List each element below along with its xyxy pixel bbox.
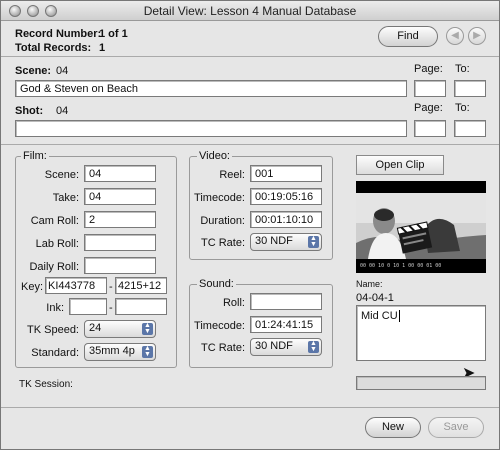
window-title: Detail View: Lesson 4 Manual Database — [143, 4, 357, 18]
sound-tc-rate-select[interactable]: 30 NDF ▲ ▼ — [250, 338, 322, 356]
lab-roll-field[interactable] — [84, 234, 156, 251]
take-label: Take: — [52, 192, 79, 204]
detail-view-window: Detail View: Lesson 4 Manual Database Re… — [0, 0, 500, 450]
video-group-label: Video: — [197, 150, 232, 162]
clip-notes-text: Mid CU — [361, 310, 398, 322]
video-tc-rate-value: 30 NDF — [255, 235, 293, 247]
scene-page-field[interactable] — [414, 80, 446, 97]
lab-roll-label: Lab Roll: — [35, 238, 79, 250]
ink-separator: - — [109, 302, 113, 314]
shot-page-field[interactable] — [414, 120, 446, 137]
clip-name-value: 04-04-1 — [356, 292, 394, 304]
duration-label: Duration: — [200, 215, 245, 227]
standard-label: Standard: — [31, 347, 79, 359]
scene-to-label: To: — [455, 63, 470, 75]
tk-speed-select[interactable]: 24 ▲ ▼ — [84, 320, 156, 338]
standard-select[interactable]: 35mm 4p ▲ ▼ — [84, 343, 156, 361]
key-field-2[interactable]: 4215+12 — [115, 277, 167, 294]
take-field[interactable]: 04 — [84, 188, 156, 205]
film-scene-field[interactable]: 04 — [84, 165, 156, 182]
sound-tc-rate-label: TC Rate: — [200, 342, 245, 354]
scene-number: 04 — [56, 65, 69, 77]
reel-field[interactable]: 001 — [250, 165, 322, 182]
ink-field-1[interactable] — [69, 298, 107, 315]
arrow-left-icon[interactable]: ◀ — [446, 27, 464, 45]
record-number-value: 1 of 1 — [99, 28, 128, 40]
scene-to-field[interactable] — [454, 80, 486, 97]
cam-roll-label: Cam Roll: — [30, 215, 79, 227]
cam-roll-field[interactable]: 2 — [84, 211, 156, 228]
title-bar: Detail View: Lesson 4 Manual Database — [1, 1, 499, 21]
open-clip-button[interactable]: Open Clip — [356, 155, 444, 175]
clip-thumbnail[interactable]: 00 00 10 0 10 1 00 00 01 00 — [356, 181, 486, 273]
key-label: Key: — [21, 281, 44, 293]
svg-text:00 00 10 0 10 1 00 00 01 00: 00 00 10 0 10 1 00 00 01 00 — [360, 263, 441, 269]
film-group-label: Film: — [21, 150, 49, 162]
shot-to-label: To: — [455, 102, 470, 114]
text-cursor — [398, 310, 400, 322]
chevron-updown-icon: ▲ ▼ — [142, 345, 153, 358]
scene-description-field[interactable]: God & Steven on Beach — [15, 80, 407, 97]
record-number-label: Record Number: — [15, 28, 102, 40]
tk-session-field[interactable] — [356, 376, 486, 390]
total-records-value: 1 — [99, 42, 106, 54]
total-records-label: Total Records: — [15, 42, 92, 54]
header-divider — [1, 56, 499, 57]
key-separator: - — [109, 281, 113, 293]
footer-divider — [1, 407, 499, 408]
standard-value: 35mm 4p — [89, 345, 135, 357]
scene-label: Scene: — [15, 65, 52, 77]
tk-session-label: TK Session: — [19, 379, 73, 390]
shot-to-field[interactable] — [454, 120, 486, 137]
video-tc-rate-select[interactable]: 30 NDF ▲ ▼ — [250, 233, 322, 251]
sound-group-label: Sound: — [197, 278, 236, 290]
new-button[interactable]: New — [365, 417, 421, 438]
ink-label: Ink: — [46, 302, 64, 314]
duration-field[interactable]: 00:01:10:10 — [250, 211, 322, 228]
daily-roll-label: Daily Roll: — [29, 261, 79, 273]
ink-field-2[interactable] — [115, 298, 167, 315]
shot-description-field[interactable] — [15, 120, 407, 137]
sound-roll-label: Roll: — [222, 297, 245, 309]
sound-timecode-label: Timecode: — [194, 320, 245, 332]
video-tc-rate-label: TC Rate: — [200, 237, 245, 249]
chevron-updown-icon: ▲ ▼ — [308, 340, 319, 353]
tk-speed-value: 24 — [89, 322, 102, 334]
clip-name-label: Name: — [356, 279, 383, 289]
film-scene-label: Scene: — [44, 169, 79, 181]
shot-label: Shot: — [15, 105, 44, 117]
shot-page-label: Page: — [414, 102, 443, 114]
video-timecode-field[interactable]: 00:19:05:16 — [250, 188, 322, 205]
reel-label: Reel: — [219, 169, 245, 181]
find-button[interactable]: Find — [378, 26, 438, 47]
save-button[interactable]: Save — [428, 417, 484, 438]
sound-roll-field[interactable] — [250, 293, 322, 310]
shot-number: 04 — [56, 105, 69, 117]
scene-page-label: Page: — [414, 63, 443, 75]
video-timecode-label: Timecode: — [194, 192, 245, 204]
sound-tc-rate-value: 30 NDF — [255, 340, 293, 352]
sound-timecode-field[interactable]: 01:24:41:15 — [250, 316, 322, 333]
clip-notes-field[interactable]: Mid CU — [356, 305, 486, 361]
arrow-right-icon[interactable]: ▶ — [468, 27, 486, 45]
chevron-updown-icon: ▲ ▼ — [308, 235, 319, 248]
key-field-1[interactable]: KI443778 — [45, 277, 107, 294]
clip-thumbnail-image: 00 00 10 0 10 1 00 00 01 00 — [356, 181, 486, 273]
daily-roll-field[interactable] — [84, 257, 156, 274]
tk-speed-label: TK Speed: — [27, 324, 79, 336]
chevron-updown-icon: ▲ ▼ — [142, 322, 153, 335]
section-divider — [1, 144, 499, 145]
